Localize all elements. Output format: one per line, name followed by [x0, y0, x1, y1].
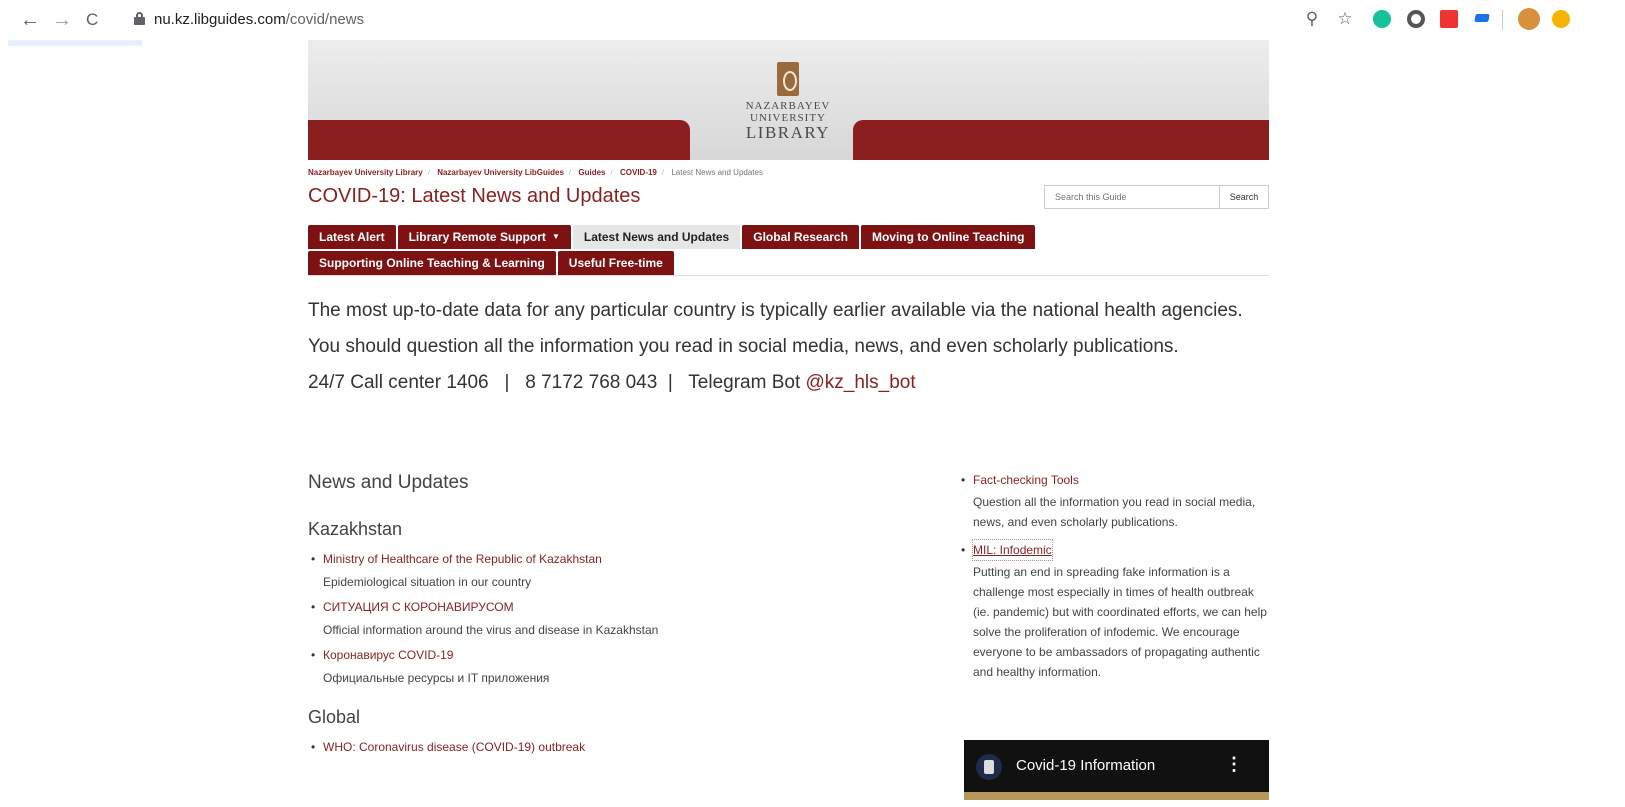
- tab-useful-free-time[interactable]: Useful Free-time: [557, 251, 674, 275]
- kazakhstan-heading: Kazakhstan: [308, 519, 403, 539]
- breadcrumb-link[interactable]: COVID-19: [620, 168, 657, 177]
- news-column: News and Updates Kazakhstan Ministry of …: [308, 470, 928, 763]
- tab-library-remote-support[interactable]: Library Remote Support ▼: [397, 225, 571, 249]
- toolbar-divider: [1502, 10, 1503, 30]
- channel-avatar[interactable]: [976, 754, 1002, 780]
- list-item: Коронавирус COVID-19 Официальные ресурсы…: [308, 646, 928, 687]
- global-heading: Global: [308, 707, 361, 727]
- intro-text: The most up-to-date data for any particu…: [308, 300, 1243, 393]
- news-link[interactable]: Коронавирус COVID-19: [323, 646, 928, 664]
- breadcrumb-link[interactable]: Guides: [578, 168, 605, 177]
- news-heading: News and Updates: [308, 472, 469, 493]
- profile-avatar[interactable]: [1518, 8, 1540, 30]
- library-logo[interactable]: NAZARBAYEV UNIVERSITY LIBRARY: [728, 62, 848, 142]
- grammarly-extension-icon[interactable]: [1373, 10, 1391, 28]
- library-logo-icon: [777, 62, 799, 96]
- extension-red-icon[interactable]: [1440, 10, 1458, 28]
- url-text[interactable]: nu.kz.libguides.com/covid/news: [154, 11, 364, 28]
- resource-list: Fact-checking Tools Question all the inf…: [958, 470, 1269, 682]
- telegram-bot-link[interactable]: @kz_hls_bot: [806, 372, 916, 393]
- video-embed[interactable]: Covid-19 Information ⋮: [964, 740, 1269, 800]
- reload-icon[interactable]: C: [86, 8, 98, 32]
- video-title[interactable]: Covid-19 Information: [1016, 757, 1155, 774]
- graduation-cap-icon[interactable]: [1473, 10, 1491, 28]
- news-link[interactable]: СИТУАЦИЯ С КОРОНАВИРУСОМ: [323, 598, 928, 616]
- caret-down-icon: ▼: [551, 232, 560, 241]
- libguide-page: NAZARBAYEV UNIVERSITY LIBRARY Nazarbayev…: [308, 40, 1269, 800]
- breadcrumb-link[interactable]: Nazarbayev University LibGuides: [437, 168, 564, 177]
- list-item: WHO: Coronavirus disease (COVID-19) outb…: [308, 738, 928, 756]
- side-column: Fact-checking Tools Question all the inf…: [958, 460, 1269, 690]
- zoom-icon[interactable]: ⚲: [1302, 9, 1322, 29]
- news-link[interactable]: WHO: Coronavirus disease (COVID-19) outb…: [323, 738, 928, 756]
- tab-latest-news[interactable]: Latest News and Updates: [572, 225, 741, 249]
- tab-supporting-online-teaching[interactable]: Supporting Online Teaching & Learning: [308, 251, 556, 275]
- browser-toolbar: ← → C nu.kz.libguides.com/covid/news ⚲ ☆: [0, 0, 1625, 40]
- mil-infodemic-link[interactable]: MIL: Infodemic: [972, 539, 1053, 561]
- list-item: СИТУАЦИЯ С КОРОНАВИРУСОМ Official inform…: [308, 598, 928, 639]
- breadcrumb-current: Latest News and Updates: [671, 168, 763, 177]
- global-list: WHO: Coronavirus disease (COVID-19) outb…: [308, 738, 928, 756]
- tab-latest-alert[interactable]: Latest Alert: [308, 225, 396, 249]
- list-item: Ministry of Healthcare of the Republic o…: [308, 550, 928, 591]
- list-item: Fact-checking Tools Question all the inf…: [958, 470, 1269, 532]
- more-vert-icon[interactable]: ⋮: [1225, 754, 1243, 775]
- back-icon[interactable]: ←: [20, 8, 40, 32]
- search-input[interactable]: [1044, 185, 1219, 209]
- list-item: MIL: Infodemic Putting an end in spreadi…: [958, 539, 1269, 682]
- kazakhstan-list: Ministry of Healthcare of the Republic o…: [308, 550, 928, 687]
- breadcrumb-link[interactable]: Nazarbayev University Library: [308, 168, 423, 177]
- tab-global-research[interactable]: Global Research: [742, 225, 859, 249]
- side-indicator: [8, 40, 142, 46]
- library-banner: NAZARBAYEV UNIVERSITY LIBRARY: [308, 40, 1269, 160]
- breadcrumb: Nazarbayev University Library / Nazarbaye…: [308, 168, 763, 177]
- search-button[interactable]: Search: [1219, 185, 1269, 209]
- address-bar[interactable]: nu.kz.libguides.com/covid/news: [112, 6, 1402, 34]
- star-icon[interactable]: ☆: [1335, 9, 1355, 29]
- guide-search: Search: [1044, 185, 1269, 209]
- page-title: COVID-19: Latest News and Updates: [308, 185, 641, 207]
- news-link[interactable]: Ministry of Healthcare of the Republic o…: [323, 550, 928, 568]
- extension-circle-icon[interactable]: [1407, 10, 1425, 28]
- forward-icon[interactable]: →: [52, 8, 72, 32]
- update-alert-icon[interactable]: [1552, 10, 1570, 28]
- fact-checking-link[interactable]: Fact-checking Tools: [973, 470, 1269, 490]
- tab-moving-online-teaching[interactable]: Moving to Online Teaching: [860, 225, 1036, 249]
- guide-tabs: Latest Alert Library Remote Support ▼ Lat…: [308, 225, 1269, 276]
- lock-icon: [134, 12, 145, 25]
